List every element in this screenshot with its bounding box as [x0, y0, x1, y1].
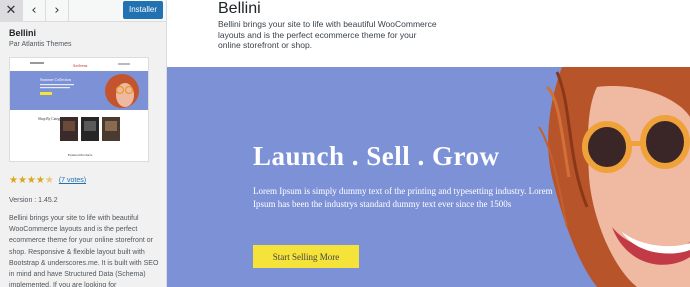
theme-name: Bellini	[9, 28, 37, 38]
hero-woman-image	[538, 67, 690, 287]
preview-site-description: Bellini brings your site to life with be…	[218, 19, 437, 50]
install-button[interactable]: Installer	[122, 1, 163, 19]
thumb-hero-title: Summer Collection	[40, 77, 71, 82]
thumb-featured-title: Featured Products	[68, 153, 93, 157]
next-theme-button[interactable]: ›	[46, 0, 69, 21]
previous-theme-button[interactable]: ‹	[23, 0, 46, 21]
theme-screenshot: Azeleena Summer Collection Shop By Categ…	[9, 57, 149, 162]
theme-details-sidebar: ✕ ‹ › Installer Bellini Par Atlantis The…	[0, 0, 167, 287]
theme-version: Version : 1.45.2	[9, 197, 58, 204]
thumb-brand: Azeleena	[73, 63, 88, 68]
star-rating-icon: ★★★★★	[9, 175, 54, 186]
theme-description: Bellini brings your site to life with be…	[9, 215, 159, 287]
theme-author: Par Atlantis Themes	[9, 41, 72, 48]
theme-preview: Bellini Bellini brings your site to life…	[167, 0, 690, 287]
close-icon: ✕	[5, 3, 17, 18]
preview-site-title: Bellini	[218, 0, 261, 17]
hero-headline: Launch . Sell . Grow	[253, 141, 500, 171]
close-button[interactable]: ✕	[0, 0, 23, 21]
start-selling-button[interactable]: Start Selling More	[253, 245, 359, 268]
votes-link[interactable]: (7 votes)	[59, 177, 86, 184]
chevron-right-icon: ›	[54, 3, 60, 18]
hero-subtext: Lorem Ipsum is simply dummy text of the …	[253, 186, 553, 209]
sidebar-toolbar: ✕ ‹ › Installer	[0, 0, 166, 22]
theme-screenshot-image: Azeleena Summer Collection Shop By Categ…	[10, 58, 148, 161]
theme-rating: ★★★★★ (7 votes)	[9, 175, 86, 186]
hero-banner: Launch . Sell . Grow Lorem Ipsum is simp…	[167, 67, 690, 287]
chevron-left-icon: ‹	[31, 3, 37, 18]
